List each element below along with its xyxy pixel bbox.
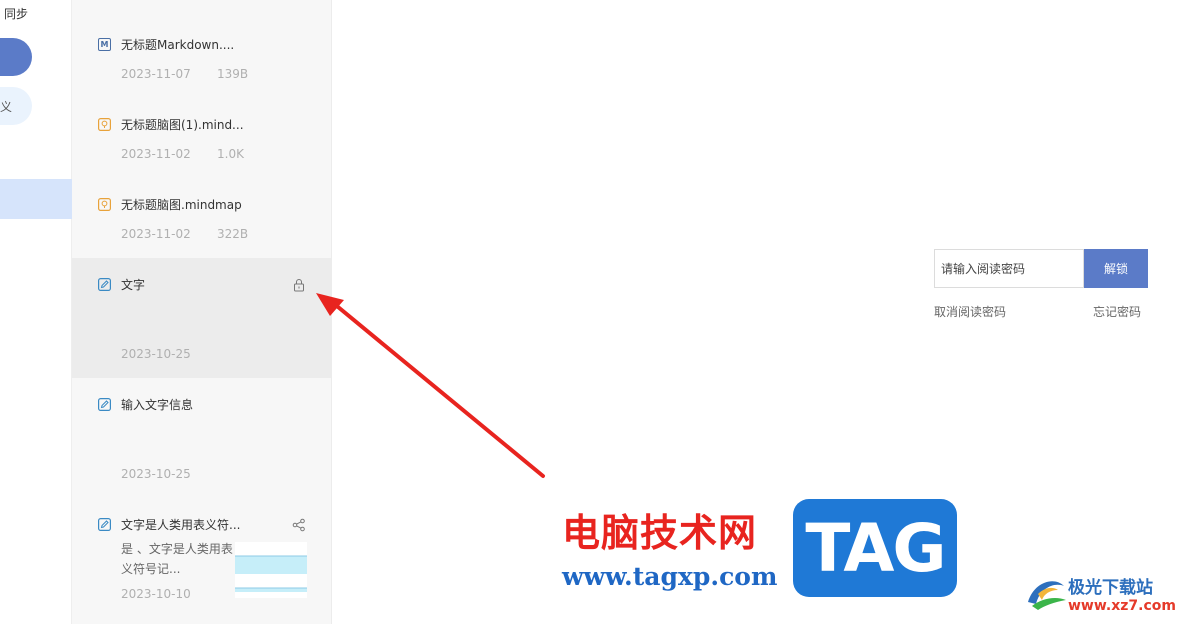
mindmap-icon — [98, 118, 111, 131]
list-item[interactable]: 文字是人类用表义符... 是 、文字是人类用表义符号记... 2023-10-1… — [72, 498, 331, 624]
list-item-selected[interactable]: 文字 2023-10-25 — [72, 258, 331, 378]
left-nav: 同步 义 — [0, 0, 72, 624]
unlock-button[interactable]: 解锁 — [1084, 249, 1148, 288]
forgot-password-link[interactable]: 忘记密码 — [1093, 303, 1141, 320]
file-name: 文字 — [121, 278, 146, 292]
file-date: 2023-11-02 — [121, 227, 191, 241]
watermark-url: www.tagxp.com — [562, 562, 778, 591]
watermark-tag-logo: TAG — [793, 499, 957, 597]
file-date: 2023-10-10 — [121, 587, 191, 601]
watermark-site-name: 极光下载站 — [1068, 578, 1153, 598]
nav-active-item[interactable] — [0, 179, 72, 219]
list-item[interactable]: 输入文字信息 2023-10-25 — [72, 378, 331, 498]
file-preview: 是 、文字是人类用表义符号记... — [121, 542, 233, 576]
file-name: 无标题脑图.mindmap — [121, 198, 242, 212]
read-password-input[interactable] — [934, 249, 1084, 288]
file-date: 2023-11-02 — [121, 147, 191, 161]
lock-icon[interactable] — [292, 277, 306, 292]
aurora-logo-icon — [1028, 581, 1066, 610]
file-size: 1.0K — [217, 147, 244, 161]
file-date: 2023-10-25 — [121, 467, 191, 481]
watermark-site-url: www.xz7.com — [1068, 598, 1176, 614]
file-name: 无标题Markdown.... — [121, 38, 235, 52]
file-size: 322B — [217, 227, 249, 241]
file-size: 139B — [217, 67, 249, 81]
cancel-read-password-link[interactable]: 取消阅读密码 — [934, 303, 1006, 320]
watermark-cn-text: 电脑技术网 — [562, 510, 758, 555]
note-icon — [98, 398, 111, 411]
note-icon — [98, 278, 111, 291]
note-icon — [98, 518, 111, 531]
markdown-icon: M — [98, 38, 111, 51]
file-date: 2023-10-25 — [121, 347, 191, 361]
file-name: 文字是人类用表义符... — [121, 518, 241, 532]
file-thumbnail — [235, 542, 307, 598]
file-name: 输入文字信息 — [121, 398, 194, 412]
share-icon[interactable] — [292, 517, 306, 532]
nav-primary-button[interactable] — [0, 38, 32, 76]
mindmap-icon — [98, 198, 111, 211]
file-date: 2023-11-07 — [121, 67, 191, 81]
sync-label[interactable]: 同步 — [4, 5, 28, 22]
file-name: 无标题脑图(1).mind... — [121, 118, 244, 132]
file-list: M 无标题Markdown.... 2023-11-07 139B 无标题脑图(… — [72, 0, 332, 624]
nav-secondary-label: 义 — [0, 100, 13, 114]
